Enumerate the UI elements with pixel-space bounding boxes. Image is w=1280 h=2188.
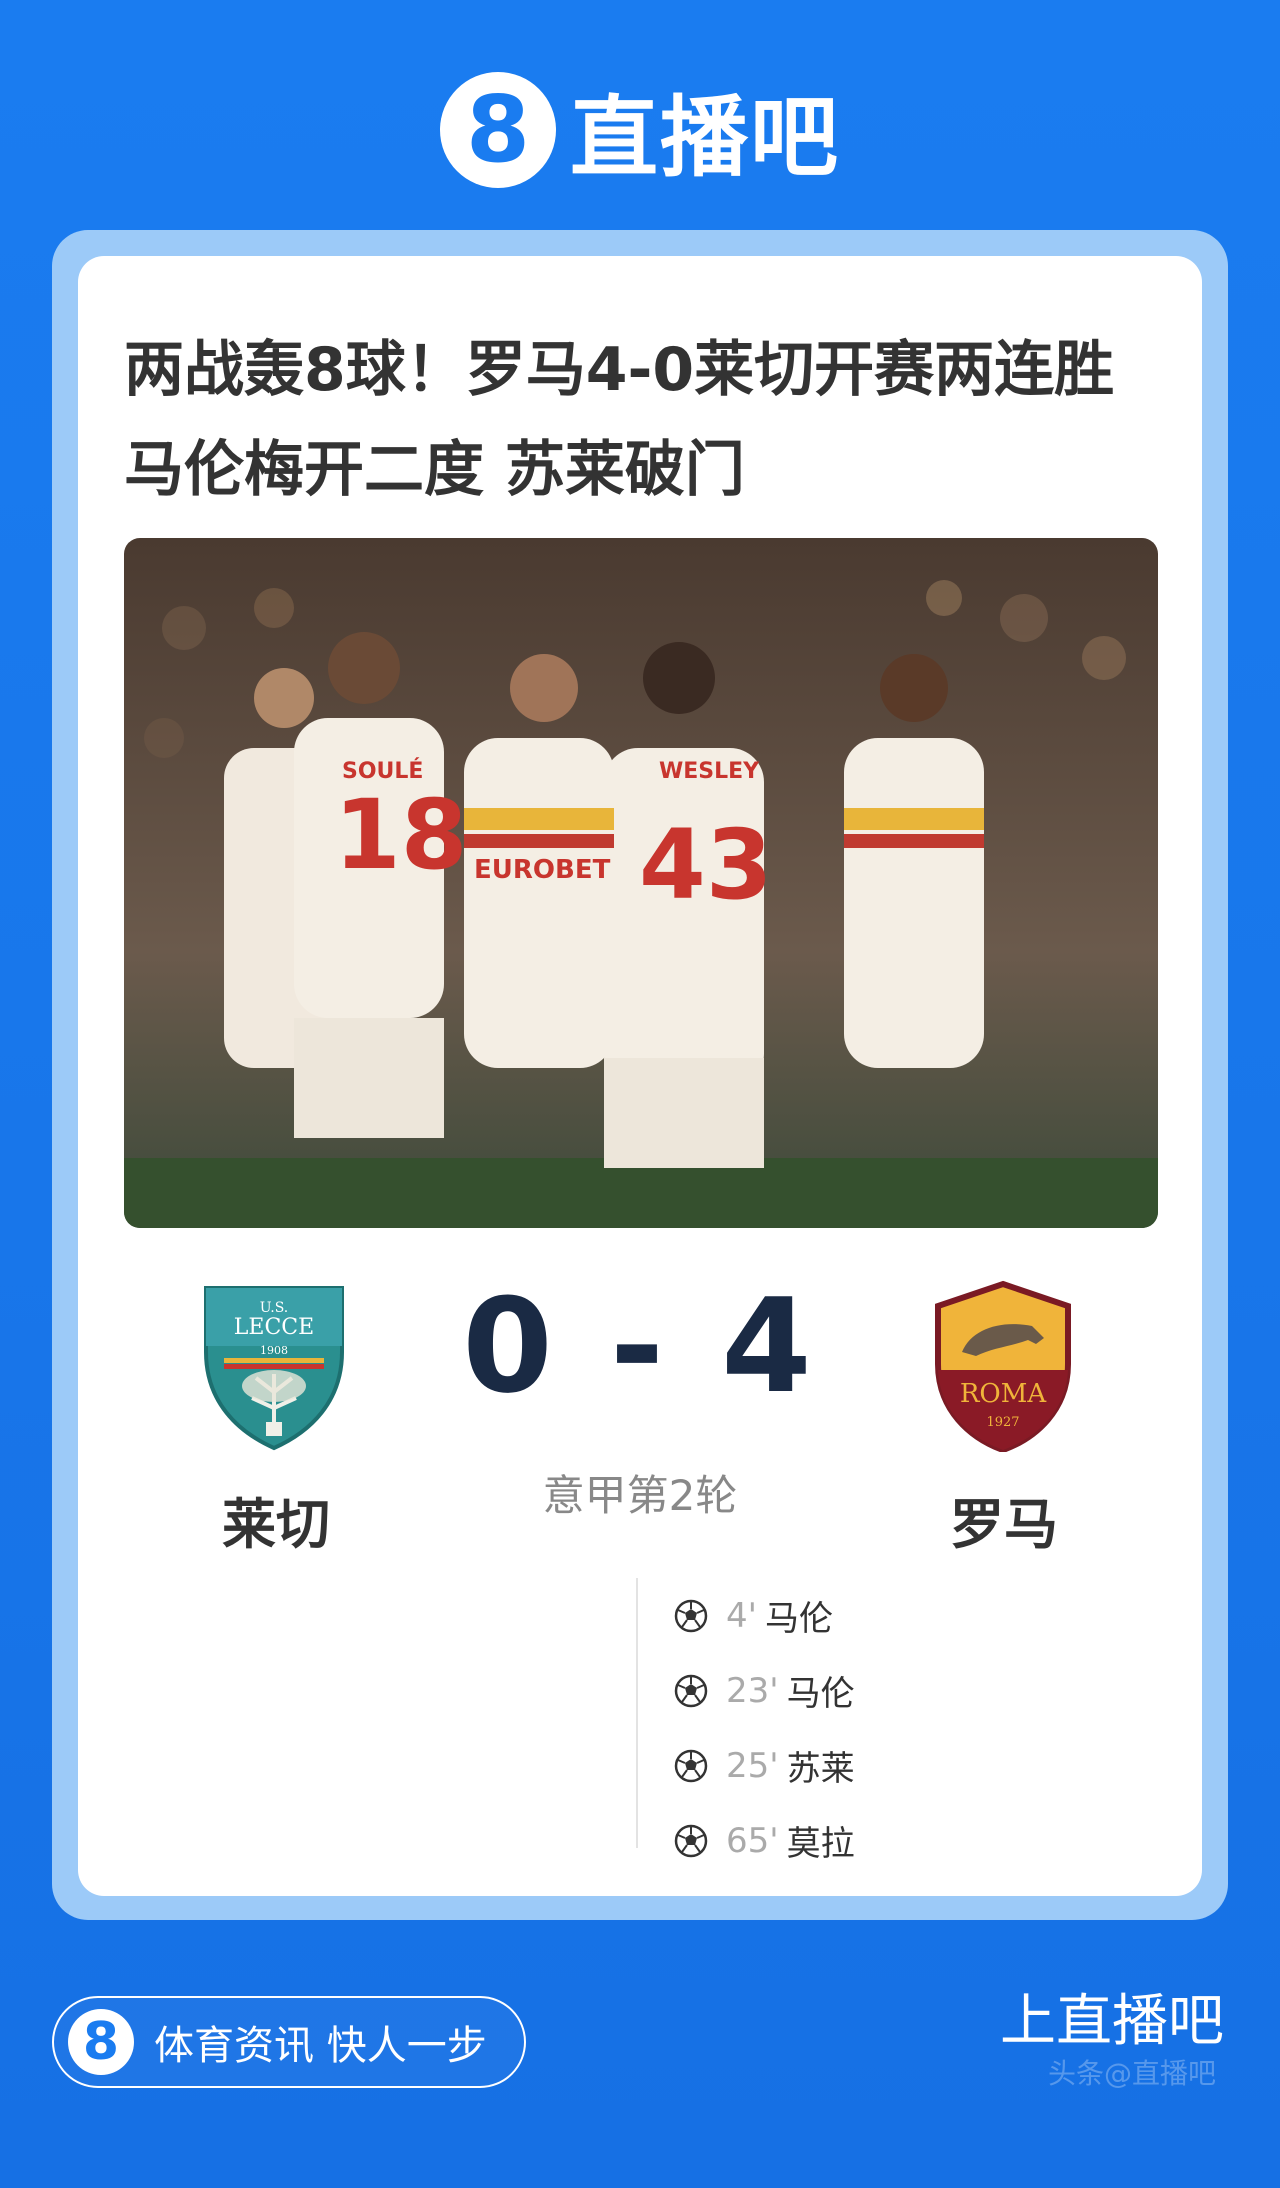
cta-text[interactable]: 上直播吧 (1000, 1976, 1224, 2057)
jersey-name-wesley: WESLEY (659, 759, 760, 784)
lecce-crest-icon: U.S. LECCE 1908 (204, 1286, 344, 1451)
competition-label: 意甲第2轮 (542, 1471, 738, 1520)
goal-minute: 25' (726, 1745, 779, 1786)
slogan-text: 体育资讯 快人一步 (154, 2023, 487, 2069)
svg-text:U.S.: U.S. (260, 1300, 289, 1316)
zhibo8-small-logo-icon: 8 (68, 2009, 134, 2075)
goal-minute: 4' (726, 1595, 757, 1636)
headline-line-2: 马伦梅开二度 苏莱破门 (124, 435, 745, 505)
goal-list: 4' 马伦 23' 马伦 25' 苏莱 65' 莫拉 (636, 1578, 855, 1864)
jersey-number-43: 43 (639, 809, 773, 921)
brand-name: 直播吧 (569, 85, 840, 189)
jersey-number-18: 18 (334, 779, 468, 891)
svg-text:LECCE: LECCE (234, 1315, 314, 1340)
jersey-name-soule: SOULÉ (342, 758, 423, 784)
goal-scorer: 马伦 (764, 1599, 833, 1639)
match-score: 0 - 4 (462, 1270, 818, 1422)
football-icon (674, 1674, 708, 1707)
goal-item: 23' 马伦 (674, 1653, 855, 1728)
goal-minute: 23' (726, 1670, 779, 1711)
football-icon (674, 1599, 708, 1632)
goal-minute: 65' (726, 1820, 779, 1861)
home-team-name: 莱切 (222, 1493, 330, 1556)
goal-scorer: 马伦 (786, 1674, 855, 1714)
svg-text:1908: 1908 (260, 1344, 288, 1357)
goal-item: 25' 苏莱 (674, 1728, 855, 1803)
brand-header: 8 直播吧 (0, 70, 1280, 190)
svg-text:ROMA: ROMA (960, 1379, 1048, 1409)
goal-scorer: 苏莱 (786, 1749, 855, 1789)
goal-scorer: 莫拉 (786, 1824, 855, 1864)
match-photo: 18 43 SOULÉ WESLEY EUROBET (124, 538, 1158, 1228)
svg-text:1927: 1927 (986, 1415, 1019, 1430)
football-icon (674, 1824, 708, 1857)
roma-crest-icon: ROMA 1927 (935, 1280, 1071, 1452)
slogan-pill[interactable]: 8 体育资讯 快人一步 (52, 1996, 526, 2088)
headline-line-1: 两战轰8球！罗马4-0莱切开赛两连胜 (124, 335, 1115, 405)
watermark-text: 头条@直播吧 (1047, 2057, 1216, 2090)
football-icon (674, 1749, 708, 1782)
goal-item: 65' 莫拉 (674, 1803, 855, 1878)
sponsor-text: EUROBET (474, 855, 611, 885)
headline: 两战轰8球！罗马4-0莱切开赛两连胜 马伦梅开二度 苏莱破门 (124, 320, 1164, 520)
away-team-name: 罗马 (950, 1493, 1058, 1556)
zhibo8-logo-icon: 8 (439, 72, 556, 188)
goal-item: 4' 马伦 (674, 1578, 855, 1653)
